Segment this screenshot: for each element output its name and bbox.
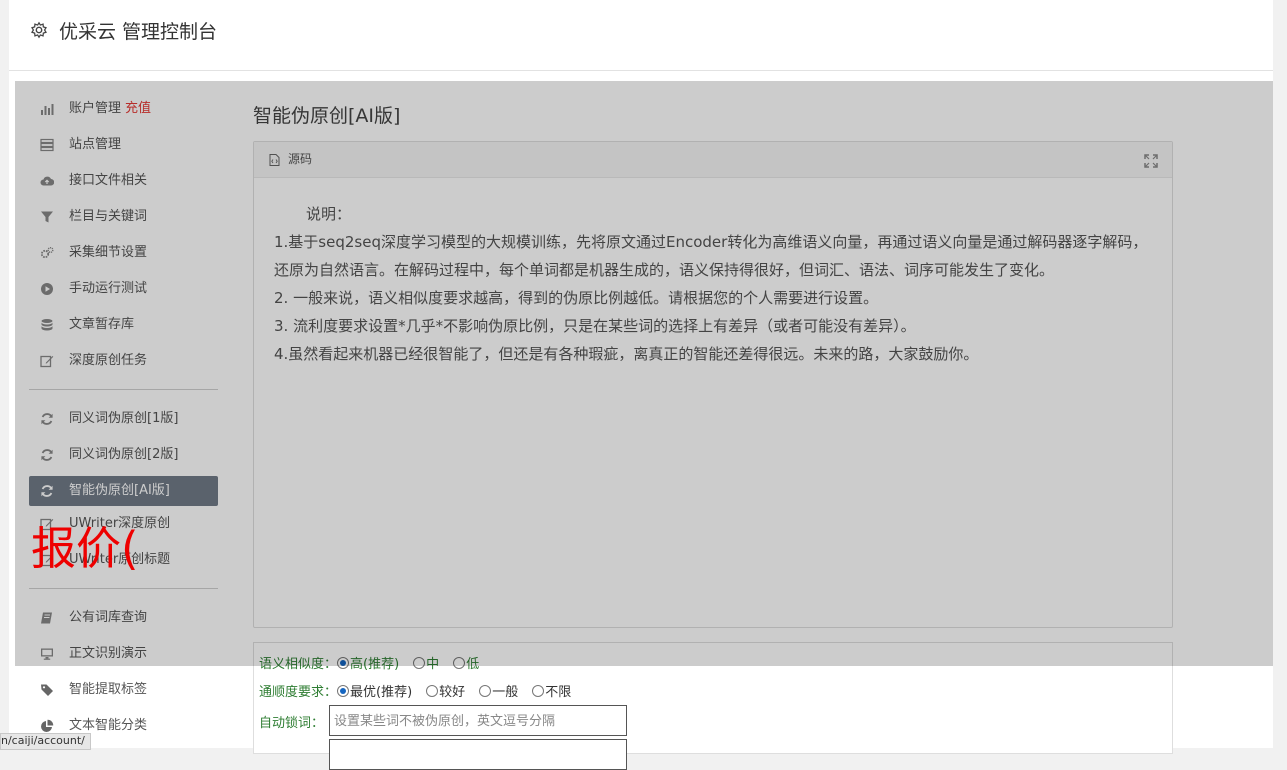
tag-icon [41, 684, 53, 696]
radio-button[interactable] [479, 685, 492, 697]
console-title: 优采云 管理控制台 [59, 21, 218, 43]
status-bar-url: n/caiji/account/ [0, 733, 91, 750]
modal-overlay [15, 81, 1273, 666]
lock-row: 自动锁词： [259, 712, 324, 731]
sidebar-item-label: 文本智能分类 [69, 718, 148, 733]
radio-label: 较好 [439, 685, 466, 700]
fluency-option-3[interactable]: 不限 [532, 681, 571, 700]
radio-label: 最优(推荐) [350, 685, 413, 700]
extra-input[interactable] [329, 739, 627, 770]
top-header: 优采云 管理控制台 [9, 0, 1273, 71]
lock-words-input[interactable]: 设置某些词不被伪原创，英文逗号分隔 [329, 705, 627, 736]
radio-button[interactable] [426, 685, 439, 697]
window-scrollbar[interactable] [1273, 0, 1287, 748]
price-overlay-text: 报价( [31, 522, 139, 575]
radio-button[interactable] [532, 685, 545, 697]
gear-icon [31, 21, 47, 39]
fluency-option-0[interactable]: 最优(推荐) [337, 681, 412, 700]
fluency-label: 通顺度要求： [259, 685, 338, 700]
fluency-option-2[interactable]: 一般 [479, 681, 518, 700]
lock-label: 自动锁词： [259, 716, 325, 731]
fluency-option-1[interactable]: 较好 [426, 681, 465, 700]
radio-label: 不限 [545, 685, 572, 700]
sidebar-item-label: 智能提取标签 [69, 682, 148, 697]
radio-label: 一般 [492, 685, 519, 700]
radio-button[interactable] [337, 685, 350, 697]
fluency-row: 通顺度要求： 最优(推荐) 较好 一般 不限 [259, 681, 585, 700]
pie-chart-icon [41, 719, 54, 732]
sidebar-item-2-2[interactable]: 智能提取标签 [29, 672, 218, 708]
